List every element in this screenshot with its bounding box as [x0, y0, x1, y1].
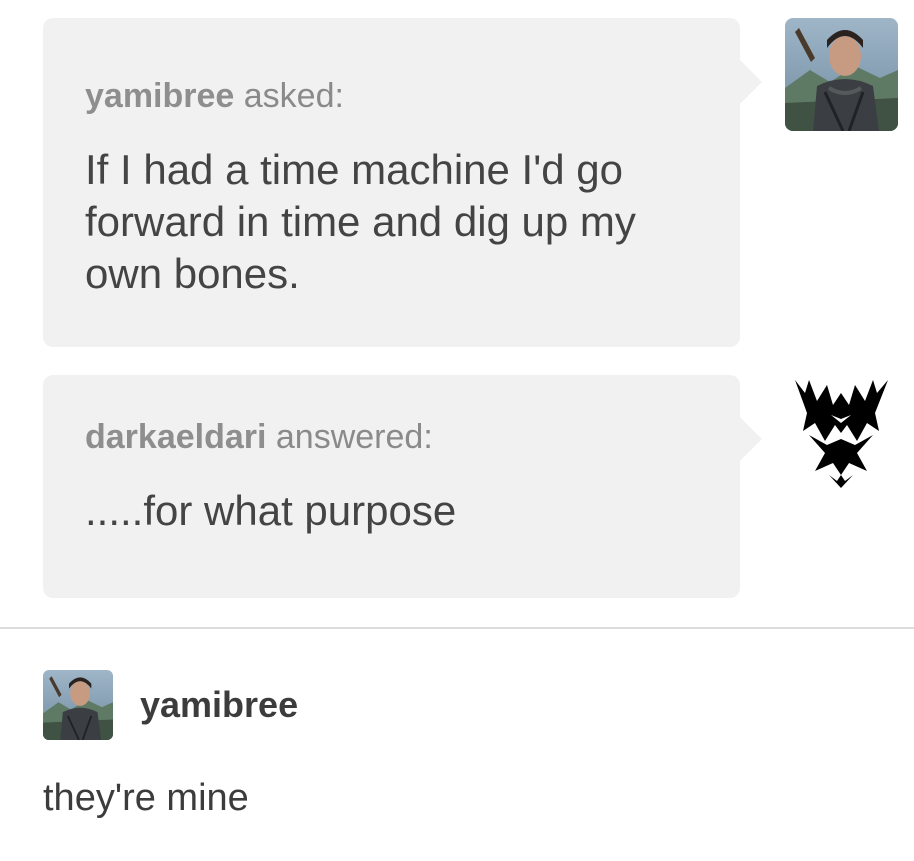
answer-action-label: answered: [266, 418, 433, 456]
portrait-avatar-icon [785, 18, 898, 131]
post-divider [0, 627, 914, 629]
portrait-avatar-icon [43, 670, 113, 740]
asker-username[interactable]: yamibree [85, 77, 234, 115]
reply-avatar[interactable] [43, 670, 113, 740]
ask-bubble: yamibree asked: If I had a time machine … [43, 18, 762, 347]
answerer-username[interactable]: darkaeldari [85, 418, 266, 456]
tumblr-ask-post: yamibree asked: If I had a time machine … [0, 0, 914, 861]
question-text: If I had a time machine I'd go forward i… [85, 146, 636, 297]
reply-username[interactable]: yamibree [140, 682, 298, 728]
ask-header: yamibree asked: [85, 74, 710, 118]
asker-avatar[interactable] [785, 18, 898, 131]
black-tribal-symbol-icon [785, 375, 898, 488]
answer-bubble: darkaeldari answered: .....for what purp… [43, 375, 762, 598]
answer-text: .....for what purpose [85, 487, 457, 534]
answerer-avatar[interactable] [785, 375, 898, 488]
answer-header: darkaeldari answered: [85, 415, 710, 459]
ask-action-label: asked: [234, 77, 344, 115]
reply-text: they're mine [43, 777, 249, 819]
